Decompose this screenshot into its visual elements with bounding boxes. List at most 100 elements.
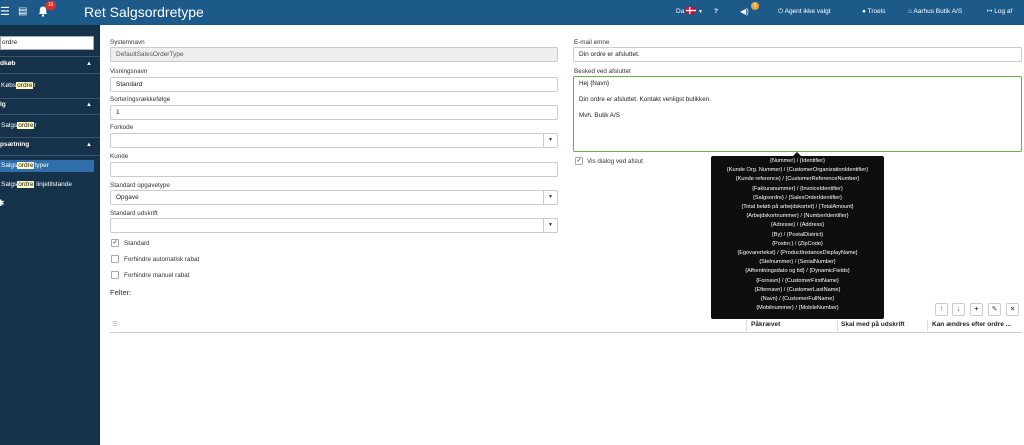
besked-line xyxy=(579,104,1016,112)
edit-button[interactable]: ✎ xyxy=(988,303,1001,316)
chevron-down-icon[interactable]: ▼ xyxy=(543,191,557,204)
auto-rabat-checkbox[interactable] xyxy=(111,255,119,263)
sidebar-search-input[interactable]: ordre xyxy=(0,36,94,50)
sidebar-section-salg[interactable]: lg xyxy=(0,100,6,110)
tooltip-line: {Kunde reference} / {CustomerReferenceNu… xyxy=(735,176,860,183)
gear-icon[interactable]: ✱ xyxy=(0,198,5,209)
divider xyxy=(0,155,100,156)
divider xyxy=(0,73,100,74)
caret-up-icon[interactable]: ▲ xyxy=(86,59,92,69)
danish-flag-icon xyxy=(686,7,697,14)
standard-checkbox[interactable]: ✓ xyxy=(111,239,119,247)
user-label: Troels xyxy=(867,8,886,15)
tooltip-line: {Nummer} / {Identifier} xyxy=(769,158,826,164)
divider xyxy=(0,98,100,99)
sidebar-item-kobsordrer[interactable]: Købsordrer xyxy=(0,80,94,92)
udskrift-select[interactable]: ▼ xyxy=(110,218,558,233)
store-label: Aarhus Butik A/S xyxy=(913,8,963,15)
search-highlight: ordre xyxy=(17,122,35,129)
besked-line: Hej {Navn} xyxy=(579,80,610,87)
visningsnavn-label: Visningsnavn xyxy=(110,68,148,75)
opgavetype-select[interactable]: Opgave ▼ xyxy=(110,190,558,205)
column-header-required[interactable]: Påkrævet xyxy=(751,321,780,329)
sidebar-item-salgsordretyper[interactable]: Salgsordretyper xyxy=(0,160,94,172)
standard-checkbox-label: Standard xyxy=(124,240,150,247)
move-down-button[interactable]: ↓ xyxy=(952,303,965,316)
sidebar: ordre dkøb ▲ Købsordrer lg ▲ Salgsordrer… xyxy=(0,25,100,445)
tooltip-line: {By} / {PostalDistrict} xyxy=(771,231,824,238)
kunde-field[interactable] xyxy=(110,162,558,177)
besked-line xyxy=(579,88,1016,96)
tooltip-line: {Postnr.} / {ZipCode} xyxy=(772,240,823,247)
placeholder-tooltip: {Nummer} / {Identifier} {Kunde Org. Numm… xyxy=(711,152,884,319)
delete-button[interactable]: × xyxy=(1006,303,1019,316)
caret-up-icon[interactable]: ▲ xyxy=(86,140,92,150)
email-subject-field[interactable]: Din ordre er afsluttet. xyxy=(573,47,1022,62)
agent-label: Agent ikke valgt xyxy=(784,8,831,15)
item-prefix: Salgs xyxy=(1,122,18,129)
column-separator xyxy=(927,320,928,331)
opgavetype-value: Opgave xyxy=(116,194,139,201)
page-title: Ret Salgsordretype xyxy=(84,4,204,20)
home-icon: ⌂ xyxy=(908,8,912,15)
fields-grid-header: ☰ Påkrævet Skal med på udskrift Kan ændr… xyxy=(110,318,1022,333)
logout-button[interactable]: ↦ Log af xyxy=(987,7,1012,17)
manuel-rabat-checkbox[interactable] xyxy=(111,271,119,279)
vis-dialog-checkbox[interactable]: ✓ xyxy=(575,157,583,165)
forkode-label: Forkode xyxy=(110,124,134,131)
volume-icon[interactable]: ◀) xyxy=(740,7,749,17)
chevron-down-icon[interactable]: ▼ xyxy=(543,134,557,147)
power-icon: ⏻ xyxy=(778,8,784,15)
besked-line: Din ordre er afsluttet. Kontakt venligst… xyxy=(579,96,711,103)
divider xyxy=(0,114,100,115)
systemnavn-label: Systemnavn xyxy=(110,39,145,46)
column-header-editable[interactable]: Kan ændres efter ordre ... xyxy=(932,321,1011,329)
item-prefix: Salgs xyxy=(1,162,18,169)
caret-up-icon[interactable]: ▲ xyxy=(86,100,92,110)
besked-label: Besked ved afsluttet xyxy=(574,68,631,75)
column-separator xyxy=(746,320,747,331)
besked-textarea[interactable]: Hej {Navn} Din ordre er afsluttet. Konta… xyxy=(573,76,1022,152)
agent-button[interactable]: ⏻ Agent ikke valgt xyxy=(778,7,831,17)
sidebar-section-indkob[interactable]: dkøb xyxy=(0,59,16,69)
felter-label: Felter: xyxy=(110,288,132,297)
tooltip-line: {Total beløb på arbejdskortet} / {TotalA… xyxy=(741,204,854,211)
tooltip-line: {Navn} / {CustomerFullName} xyxy=(760,296,835,303)
search-highlight: ordre xyxy=(17,181,35,188)
tooltip-line: {Adresse} / {Address} xyxy=(770,222,825,229)
tooltip-line: {Mobilnummer} / {MobileNumber} xyxy=(756,305,839,312)
besked-line: Mvh. Butik A/S xyxy=(579,112,620,119)
sortering-field[interactable]: 1 xyxy=(110,105,558,120)
chevron-down-icon[interactable]: ▼ xyxy=(543,219,557,232)
user-button[interactable]: ● Troels xyxy=(862,7,885,17)
tooltip-line: {Afhentningsdato og tid} / {DynamicField… xyxy=(745,268,850,275)
tooltip-line: {Arbejdskortnummer} / {NumberIdentifier} xyxy=(746,213,849,220)
tooltip-line: {Efternavn} / {CustomerLastName} xyxy=(754,286,841,293)
logout-icon: ↦ xyxy=(987,8,993,15)
sidebar-item-salgsordrer[interactable]: Salgsordrer xyxy=(0,120,94,132)
document-icon[interactable]: ▤ xyxy=(18,6,27,18)
add-button[interactable]: + xyxy=(970,303,983,316)
search-highlight: ordre xyxy=(16,82,34,89)
language-selector[interactable]: Da ▼ xyxy=(676,7,703,17)
tooltip-line: {Salgsordre} / {SalesOrderIdentifier} xyxy=(753,194,842,201)
tooltip-line: {Fornavn} / {CustomerFirstName} xyxy=(756,277,839,284)
columns-menu-icon[interactable]: ☰ xyxy=(112,321,118,329)
item-prefix: Salgs xyxy=(1,181,18,188)
item-suffix: r xyxy=(34,122,37,129)
column-header-print[interactable]: Skal med på udskrift xyxy=(841,321,905,329)
menu-icon[interactable]: ☰ xyxy=(0,6,10,18)
divider xyxy=(0,137,100,138)
tooltip-line: {Kunde Org. Nummer} / {CustomerOrganizat… xyxy=(726,167,869,174)
visningsnavn-field[interactable]: Standard xyxy=(110,77,558,92)
move-up-button[interactable]: ↑ xyxy=(935,303,948,316)
help-icon[interactable]: ? xyxy=(714,7,718,17)
item-suffix: linjetilstande xyxy=(34,181,73,188)
sidebar-item-salgsordrelinjetilstande[interactable]: Salgsordre linjetilstande xyxy=(0,179,94,191)
top-bar: ☰ ▤ 16 Ret Salgsordretype Da ▼ ? ◀) 0 ⏻ … xyxy=(0,0,1024,25)
search-highlight: ordre xyxy=(17,162,35,169)
tooltip-arrow xyxy=(793,152,801,156)
sidebar-section-opsaetning[interactable]: psætning xyxy=(0,140,29,150)
forkode-select[interactable]: ▼ xyxy=(110,133,558,148)
store-button[interactable]: ⌂ Aarhus Butik A/S xyxy=(908,7,962,17)
